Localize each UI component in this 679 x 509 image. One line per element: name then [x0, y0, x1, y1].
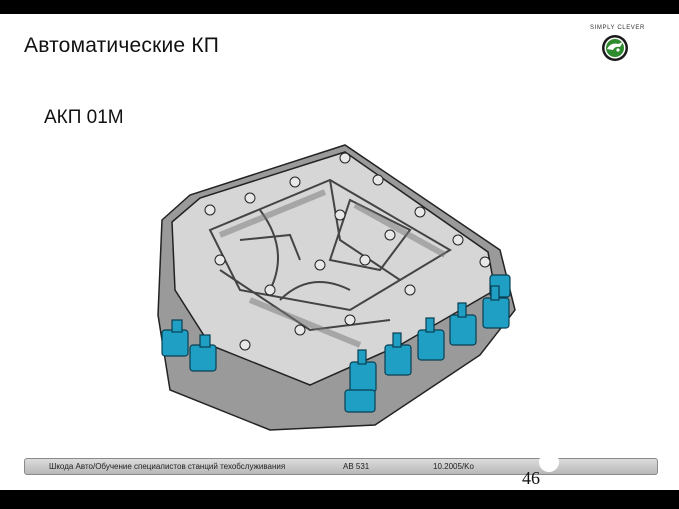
footer-bar: Шкода Авто/Обучение специалистов станций…: [24, 458, 658, 475]
top-bar: [0, 0, 679, 14]
slide-subtitle: АКП 01М: [44, 107, 124, 128]
footer-organization: Шкода Авто/Обучение специалистов станций…: [49, 462, 286, 471]
footer-date: 10.2005/Ko: [433, 462, 474, 471]
brand-slogan: SIMPLY CLEVER: [590, 25, 645, 31]
brand-block: SIMPLY CLEVER: [590, 25, 645, 62]
skoda-logo-icon: [601, 34, 629, 62]
page-number: 46: [522, 468, 540, 488]
slide-title: Автоматические КП: [24, 34, 220, 57]
page-number-badge: [539, 452, 559, 472]
valve-body-illustration: [150, 140, 530, 440]
bottom-bar: [0, 490, 679, 509]
footer-code: AB 531: [343, 462, 370, 471]
